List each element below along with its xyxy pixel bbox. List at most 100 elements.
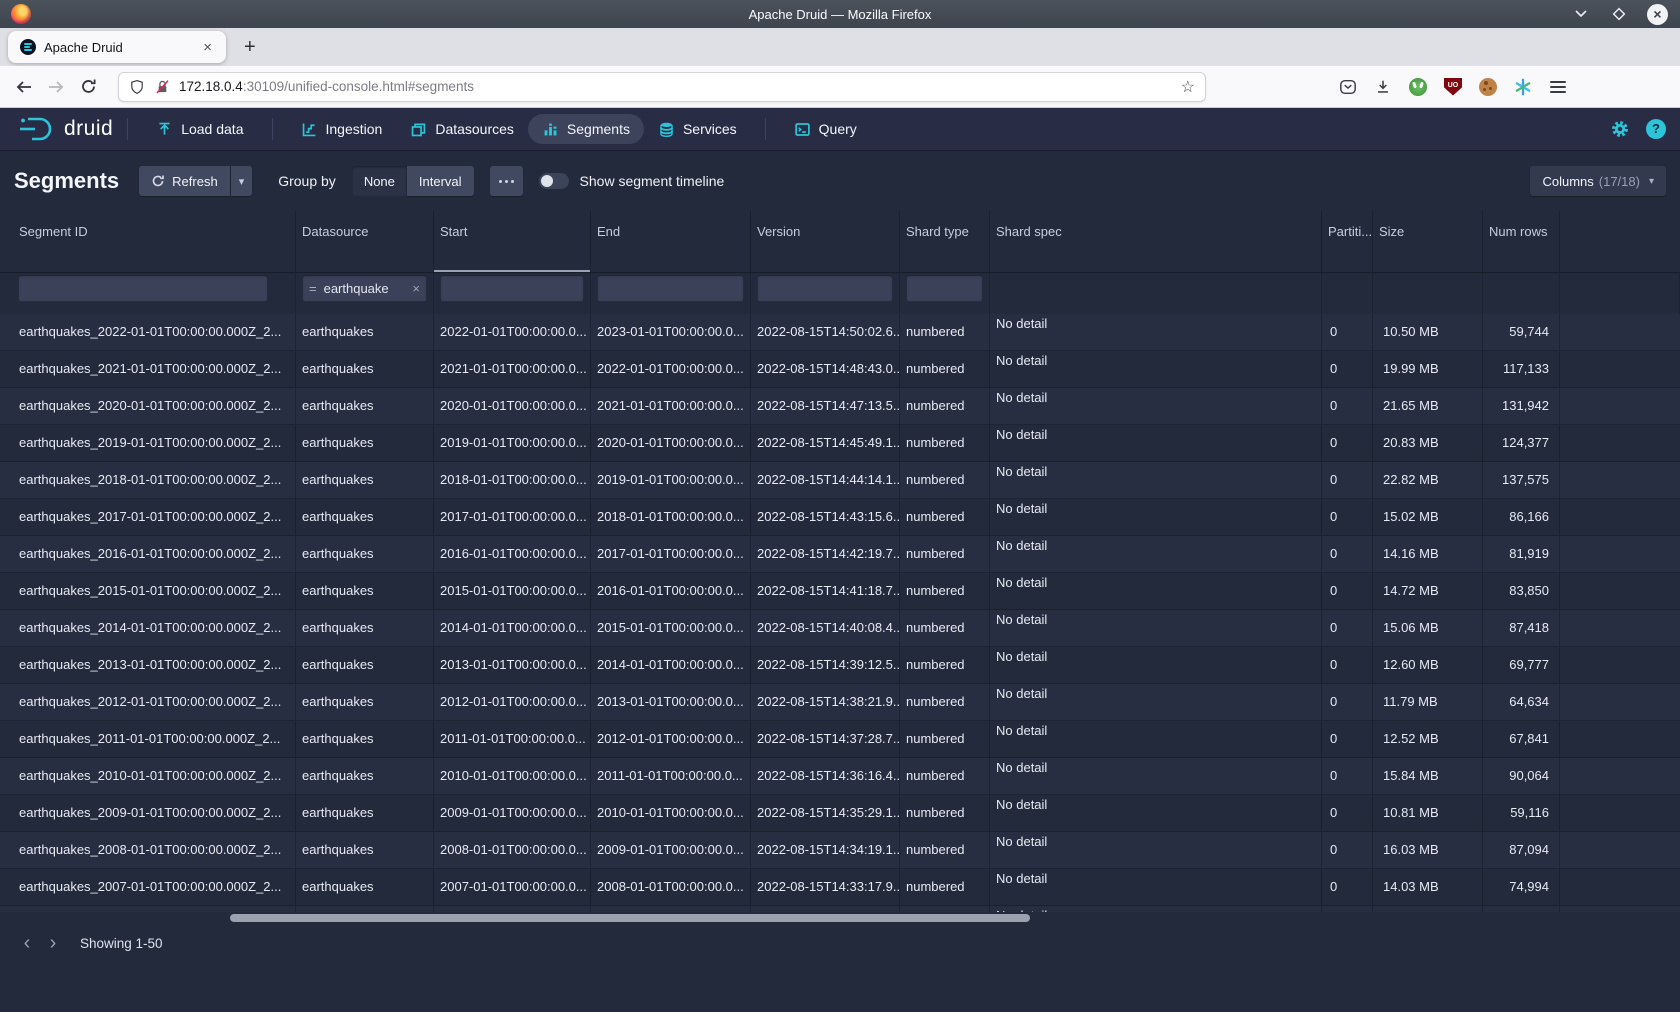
maximize-icon[interactable]	[1609, 4, 1629, 24]
column-header-size[interactable]: Size	[1373, 211, 1483, 272]
more-options-button[interactable]	[490, 166, 523, 196]
pocket-icon[interactable]	[1338, 77, 1358, 97]
group-by-interval-button[interactable]: Interval	[407, 166, 474, 196]
filter-version-input[interactable]	[757, 275, 893, 302]
datasource-cell: earthquakes	[296, 425, 434, 461]
column-header-partition[interactable]: Partiti...	[1322, 211, 1373, 272]
table-row[interactable]: earthquakes_2011-01-01T00:00:00.000Z_2..…	[0, 721, 1680, 758]
nav-query[interactable]: Query	[780, 114, 871, 144]
column-header-segment-id[interactable]: Segment ID	[0, 211, 296, 272]
new-tab-button[interactable]: +	[244, 36, 256, 59]
table-row[interactable]: earthquakes_2022-01-01T00:00:00.000Z_2..…	[0, 314, 1680, 351]
datasource-cell: earthquakes	[296, 314, 434, 350]
druid-logo[interactable]: druid	[16, 115, 113, 143]
column-header-shard-spec[interactable]: Shard spec	[990, 211, 1322, 272]
remove-filter-icon[interactable]: ×	[412, 281, 420, 296]
table-row[interactable]: earthquakes_2013-01-01T00:00:00.000Z_2..…	[0, 647, 1680, 684]
nav-segments[interactable]: Segments	[528, 114, 644, 144]
table-row[interactable]: earthquakes_2014-01-01T00:00:00.000Z_2..…	[0, 610, 1680, 647]
scrollbar-thumb[interactable]	[230, 914, 1030, 922]
close-window-icon[interactable]: ×	[1647, 4, 1668, 25]
table-row[interactable]: earthquakes_2008-01-01T00:00:00.000Z_2..…	[0, 832, 1680, 869]
size-cell: 19.99 MB	[1373, 351, 1483, 387]
download-icon[interactable]	[1373, 77, 1393, 97]
next-page-button[interactable]: ›	[40, 930, 66, 956]
table-row[interactable]: earthquakes_2009-01-01T00:00:00.000Z_2..…	[0, 795, 1680, 832]
segment-id-cell: earthquakes_2020-01-01T00:00:00.000Z_2..…	[0, 388, 296, 424]
version-cell: 2022-08-15T14:39:12.5...	[751, 647, 900, 683]
partition-cell: 0	[1322, 351, 1373, 387]
menu-icon[interactable]	[1548, 77, 1568, 97]
segment-id-cell: earthquakes_2014-01-01T00:00:00.000Z_2..…	[0, 610, 296, 646]
start-cell: 2014-01-01T00:00:00.0...	[434, 610, 591, 646]
divider	[765, 118, 766, 140]
table-row[interactable]: earthquakes_2010-01-01T00:00:00.000Z_2..…	[0, 758, 1680, 795]
segment-id-cell: earthquakes_2016-01-01T00:00:00.000Z_2..…	[0, 536, 296, 572]
divider	[272, 118, 273, 140]
url-text[interactable]: 172.18.0.4:30109/unified-console.html#se…	[179, 79, 1171, 94]
ublock-origin-icon[interactable]: UO	[1443, 77, 1463, 97]
column-header-shard-type[interactable]: Shard type	[900, 211, 990, 272]
columns-button[interactable]: Columns (17/18) ▾	[1530, 166, 1666, 196]
nav-services[interactable]: Services	[644, 114, 751, 144]
nav-ingestion[interactable]: Ingestion	[287, 114, 397, 144]
steps-chart-icon	[301, 121, 318, 138]
refresh-caret-button[interactable]: ▾	[231, 166, 253, 196]
table-row[interactable]: earthquakes_2021-01-01T00:00:00.000Z_2..…	[0, 351, 1680, 388]
datasource-cell: earthquakes	[296, 388, 434, 424]
minimize-icon[interactable]	[1571, 4, 1591, 24]
segment-id-cell: earthquakes_2017-01-01T00:00:00.000Z_2..…	[0, 499, 296, 535]
table-row[interactable]: earthquakes_2017-01-01T00:00:00.000Z_2..…	[0, 499, 1680, 536]
browser-tab[interactable]: Apache Druid ×	[8, 31, 226, 63]
table-row[interactable]: earthquakes_2019-01-01T00:00:00.000Z_2..…	[0, 425, 1680, 462]
privacy-badger-icon[interactable]	[1408, 77, 1428, 97]
group-by-none-button[interactable]: None	[352, 166, 407, 196]
help-icon[interactable]: ?	[1646, 119, 1666, 139]
start-cell: 2016-01-01T00:00:00.0...	[434, 536, 591, 572]
nav-load-data[interactable]: Load data	[142, 114, 257, 144]
end-cell: 2008-01-01T00:00:00.0...	[591, 869, 751, 905]
table-row[interactable]: earthquakes_2015-01-01T00:00:00.000Z_2..…	[0, 573, 1680, 610]
filter-segment-id-input[interactable]	[18, 275, 268, 302]
cookie-icon[interactable]	[1478, 77, 1498, 97]
column-header-datasource[interactable]: Datasource	[296, 211, 434, 272]
table-row[interactable]: earthquakes_2016-01-01T00:00:00.000Z_2..…	[0, 536, 1680, 573]
filter-start-input[interactable]	[440, 275, 584, 302]
table-filter-row: = earthquake ×	[0, 273, 1680, 314]
start-cell: 2015-01-01T00:00:00.0...	[434, 573, 591, 609]
end-cell: 2022-01-01T00:00:00.0...	[591, 351, 751, 387]
table-body: earthquakes_2022-01-01T00:00:00.000Z_2..…	[0, 314, 1680, 906]
column-header-end[interactable]: End	[591, 211, 751, 272]
nav-datasources[interactable]: Datasources	[396, 114, 528, 144]
end-cell: 2012-01-01T00:00:00.0...	[591, 721, 751, 757]
url-bar[interactable]: 172.18.0.4:30109/unified-console.html#se…	[118, 72, 1206, 102]
refresh-button[interactable]: Refresh	[139, 166, 230, 196]
filter-shard-type-input[interactable]	[906, 275, 983, 302]
column-header-version[interactable]: Version	[751, 211, 900, 272]
version-cell: 2022-08-15T14:48:43.0...	[751, 351, 900, 387]
column-header-num-rows[interactable]: Num rows	[1483, 211, 1560, 272]
column-header-start[interactable]: Start	[434, 211, 591, 272]
table-row[interactable]: earthquakes_2007-01-01T00:00:00.000Z_2..…	[0, 869, 1680, 906]
asterisk-extension-icon[interactable]	[1513, 77, 1533, 97]
filter-end-input[interactable]	[597, 275, 744, 302]
table-row[interactable]: earthquakes_2012-01-01T00:00:00.000Z_2..…	[0, 684, 1680, 721]
settings-gear-icon[interactable]	[1610, 119, 1630, 139]
insecure-lock-icon[interactable]	[154, 78, 171, 96]
version-cell: 2022-08-15T14:43:15.6...	[751, 499, 900, 535]
shield-icon[interactable]	[129, 78, 145, 96]
shard-spec-cell: No detail	[990, 425, 1322, 461]
shard-spec-cell: No detail	[990, 795, 1322, 831]
back-icon[interactable]	[8, 79, 40, 95]
table-row[interactable]: earthquakes_2018-01-01T00:00:00.000Z_2..…	[0, 462, 1680, 499]
start-cell: 2010-01-01T00:00:00.0...	[434, 758, 591, 794]
previous-page-button[interactable]: ‹	[14, 930, 40, 956]
reload-icon[interactable]	[72, 78, 104, 95]
tab-close-icon[interactable]: ×	[197, 39, 218, 56]
filter-datasource-input[interactable]: = earthquake ×	[302, 275, 427, 302]
table-row[interactable]: earthquakes_2020-01-01T00:00:00.000Z_2..…	[0, 388, 1680, 425]
forward-icon[interactable]	[40, 79, 72, 95]
tab-strip: Apache Druid × +	[0, 28, 1680, 66]
segment-timeline-toggle[interactable]	[539, 173, 569, 189]
bookmark-star-icon[interactable]: ☆	[1171, 77, 1205, 97]
